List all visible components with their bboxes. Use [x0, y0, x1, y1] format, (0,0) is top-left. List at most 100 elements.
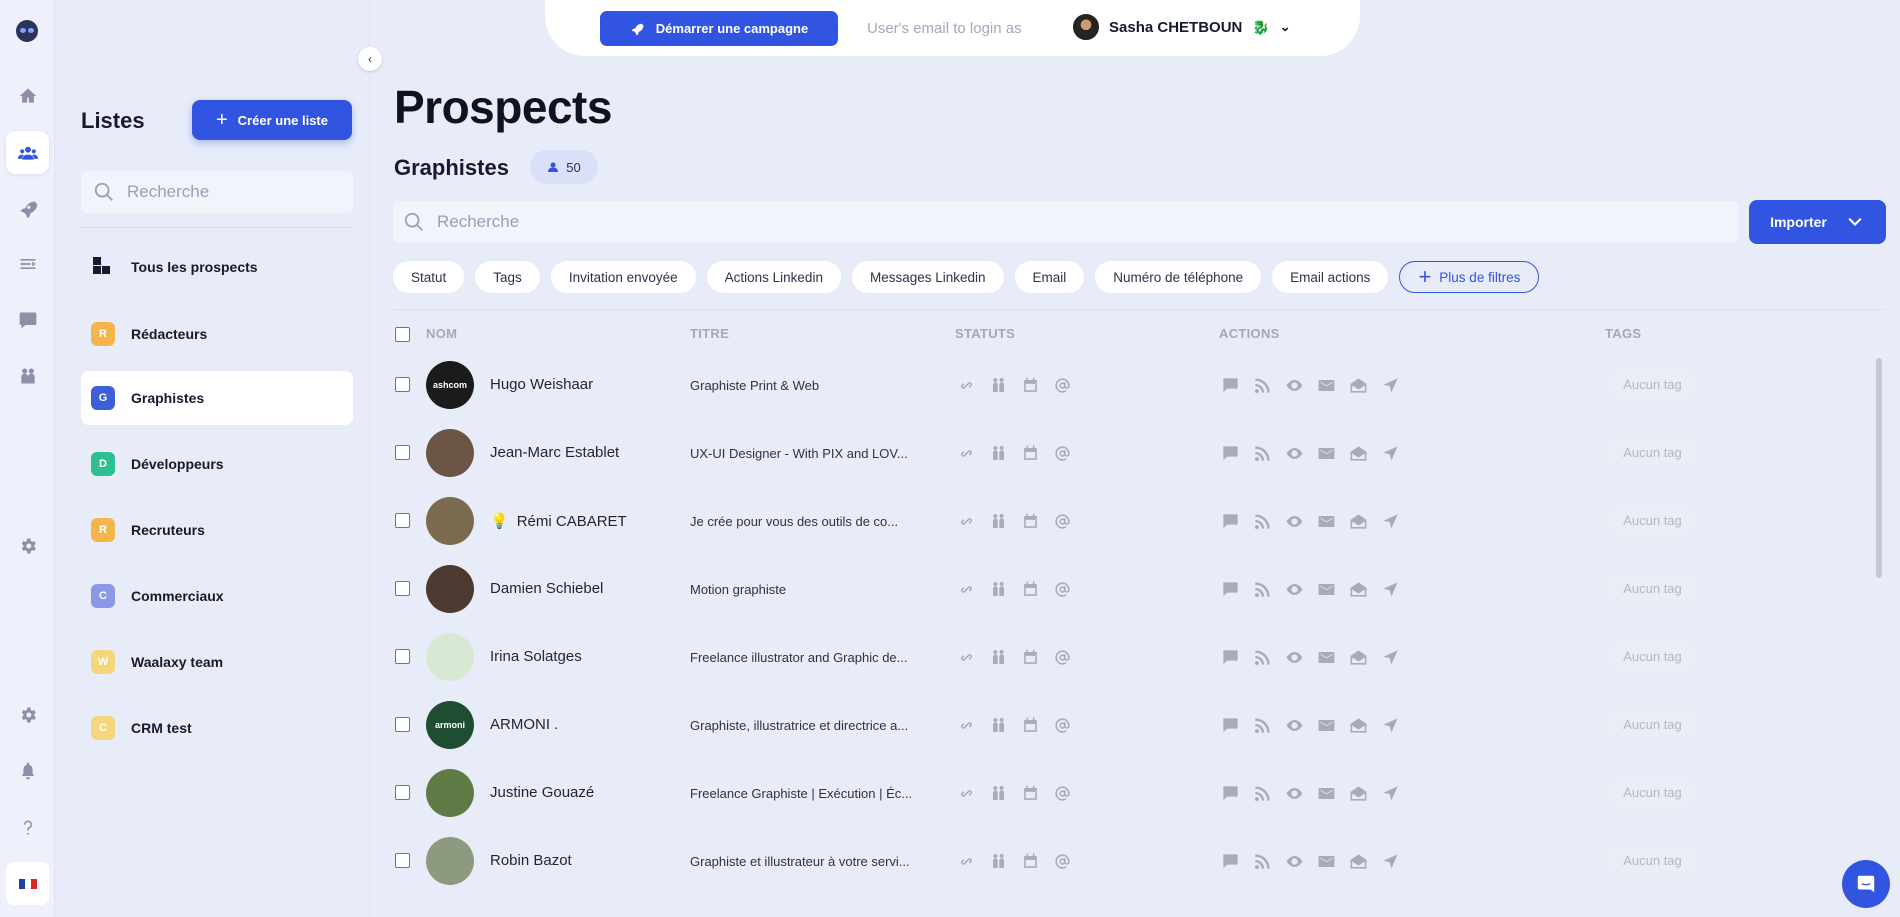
linkedin-message-icon[interactable]	[1219, 850, 1241, 872]
calendar-icon[interactable]	[1019, 578, 1041, 600]
column-title[interactable]: TITRE	[690, 326, 729, 341]
visit-icon[interactable]	[1283, 646, 1305, 668]
tag-badge[interactable]: Aucun tag	[1605, 572, 1700, 605]
people-icon[interactable]	[987, 714, 1009, 736]
tag-badge[interactable]: Aucun tag	[1605, 504, 1700, 537]
calendar-icon[interactable]	[1019, 374, 1041, 396]
link-icon[interactable]	[955, 578, 977, 600]
mail-open-icon[interactable]	[1347, 374, 1369, 396]
avatar[interactable]	[426, 633, 474, 681]
filter-email[interactable]: Email	[1014, 261, 1085, 293]
mail-open-icon[interactable]	[1347, 782, 1369, 804]
link-icon[interactable]	[955, 850, 977, 872]
people-icon[interactable]	[987, 374, 1009, 396]
prospects-icon[interactable]	[6, 131, 49, 174]
support-chat-button[interactable]	[1842, 860, 1890, 908]
create-list-button[interactable]: + Créer une liste	[192, 100, 352, 140]
prospect-name[interactable]: Damien Schiebel	[490, 580, 603, 597]
visit-icon[interactable]	[1283, 782, 1305, 804]
follow-icon[interactable]	[1251, 782, 1273, 804]
column-name[interactable]: NOM	[426, 326, 457, 341]
avatar[interactable]	[426, 565, 474, 613]
import-button[interactable]: Importer	[1749, 200, 1886, 244]
send-icon[interactable]	[1379, 510, 1401, 532]
prospect-name[interactable]: Hugo Weishaar	[490, 376, 593, 393]
avatar[interactable]: armoni	[426, 701, 474, 749]
tag-badge[interactable]: Aucun tag	[1605, 776, 1700, 809]
mail-icon[interactable]	[1315, 442, 1337, 464]
people-icon[interactable]	[987, 578, 1009, 600]
row-checkbox[interactable]	[395, 513, 410, 528]
lists-search-input[interactable]: Recherche	[81, 171, 353, 213]
integrations-gear-icon[interactable]	[6, 524, 49, 567]
people-icon[interactable]	[987, 510, 1009, 532]
list-item-crm-test[interactable]: C CRM test	[81, 701, 353, 755]
table-row[interactable]: Jean-Marc Establet UX-UI Designer - With …	[393, 420, 1873, 488]
visit-icon[interactable]	[1283, 578, 1305, 600]
user-menu[interactable]: Sasha CHETBOUN 🐉 ⌄	[1073, 14, 1291, 40]
mail-open-icon[interactable]	[1347, 510, 1369, 532]
send-icon[interactable]	[1379, 646, 1401, 668]
home-icon[interactable]	[6, 74, 49, 117]
send-icon[interactable]	[1379, 714, 1401, 736]
settings-gear-icon[interactable]	[6, 693, 49, 736]
filter-phone[interactable]: Numéro de téléphone	[1095, 261, 1262, 293]
table-row[interactable]: armoni ARMONI . Graphiste, illustratrice e…	[393, 692, 1873, 760]
tag-badge[interactable]: Aucun tag	[1605, 708, 1700, 741]
visit-icon[interactable]	[1283, 442, 1305, 464]
avatar[interactable]	[426, 497, 474, 545]
avatar[interactable]: ashcom	[426, 361, 474, 409]
login-as-input[interactable]: User's email to login as	[867, 20, 1022, 37]
calendar-icon[interactable]	[1019, 782, 1041, 804]
visit-icon[interactable]	[1283, 510, 1305, 532]
column-status[interactable]: STATUTS	[955, 326, 1015, 341]
prospect-search-input[interactable]: Recherche	[393, 201, 1738, 243]
follow-icon[interactable]	[1251, 850, 1273, 872]
table-row[interactable]: Justine Gouazé Freelance Graphiste | Exéc…	[393, 760, 1873, 828]
tag-badge[interactable]: Aucun tag	[1605, 436, 1700, 469]
list-item-commerciaux[interactable]: C Commerciaux	[81, 569, 353, 623]
calendar-icon[interactable]	[1019, 442, 1041, 464]
team-icon[interactable]	[6, 354, 49, 397]
row-checkbox[interactable]	[395, 717, 410, 732]
send-icon[interactable]	[1379, 442, 1401, 464]
row-checkbox[interactable]	[395, 377, 410, 392]
follow-icon[interactable]	[1251, 578, 1273, 600]
column-tags[interactable]: TAGS	[1605, 326, 1641, 341]
prospect-name[interactable]: ARMONI .	[490, 716, 558, 733]
link-icon[interactable]	[955, 714, 977, 736]
linkedin-message-icon[interactable]	[1219, 374, 1241, 396]
tag-badge[interactable]: Aucun tag	[1605, 368, 1700, 401]
mail-icon[interactable]	[1315, 782, 1337, 804]
visit-icon[interactable]	[1283, 850, 1305, 872]
list-item-redacteurs[interactable]: R Rédacteurs	[81, 307, 353, 361]
linkedin-message-icon[interactable]	[1219, 646, 1241, 668]
prospect-name[interactable]: Irina Solatges	[490, 648, 582, 665]
row-checkbox[interactable]	[395, 785, 410, 800]
at-icon[interactable]	[1051, 646, 1073, 668]
link-icon[interactable]	[955, 374, 977, 396]
list-item-all-prospects[interactable]: Tous les prospects	[81, 240, 353, 294]
follow-icon[interactable]	[1251, 374, 1273, 396]
at-icon[interactable]	[1051, 714, 1073, 736]
avatar[interactable]	[426, 429, 474, 477]
send-icon[interactable]	[1379, 374, 1401, 396]
linkedin-message-icon[interactable]	[1219, 578, 1241, 600]
at-icon[interactable]	[1051, 510, 1073, 532]
filter-linkedin-messages[interactable]: Messages Linkedin	[851, 261, 1004, 293]
messages-icon[interactable]	[6, 298, 49, 341]
mail-open-icon[interactable]	[1347, 646, 1369, 668]
linkedin-message-icon[interactable]	[1219, 510, 1241, 532]
sequences-icon[interactable]	[6, 242, 49, 285]
at-icon[interactable]	[1051, 782, 1073, 804]
mail-open-icon[interactable]	[1347, 850, 1369, 872]
linkedin-message-icon[interactable]	[1219, 442, 1241, 464]
notifications-bell-icon[interactable]	[6, 749, 49, 792]
row-checkbox[interactable]	[395, 649, 410, 664]
mail-open-icon[interactable]	[1347, 442, 1369, 464]
send-icon[interactable]	[1379, 850, 1401, 872]
list-item-graphistes[interactable]: G Graphistes	[81, 371, 353, 425]
mail-icon[interactable]	[1315, 714, 1337, 736]
filter-invitation[interactable]: Invitation envoyée	[550, 261, 696, 293]
prospect-name[interactable]: Justine Gouazé	[490, 784, 594, 801]
